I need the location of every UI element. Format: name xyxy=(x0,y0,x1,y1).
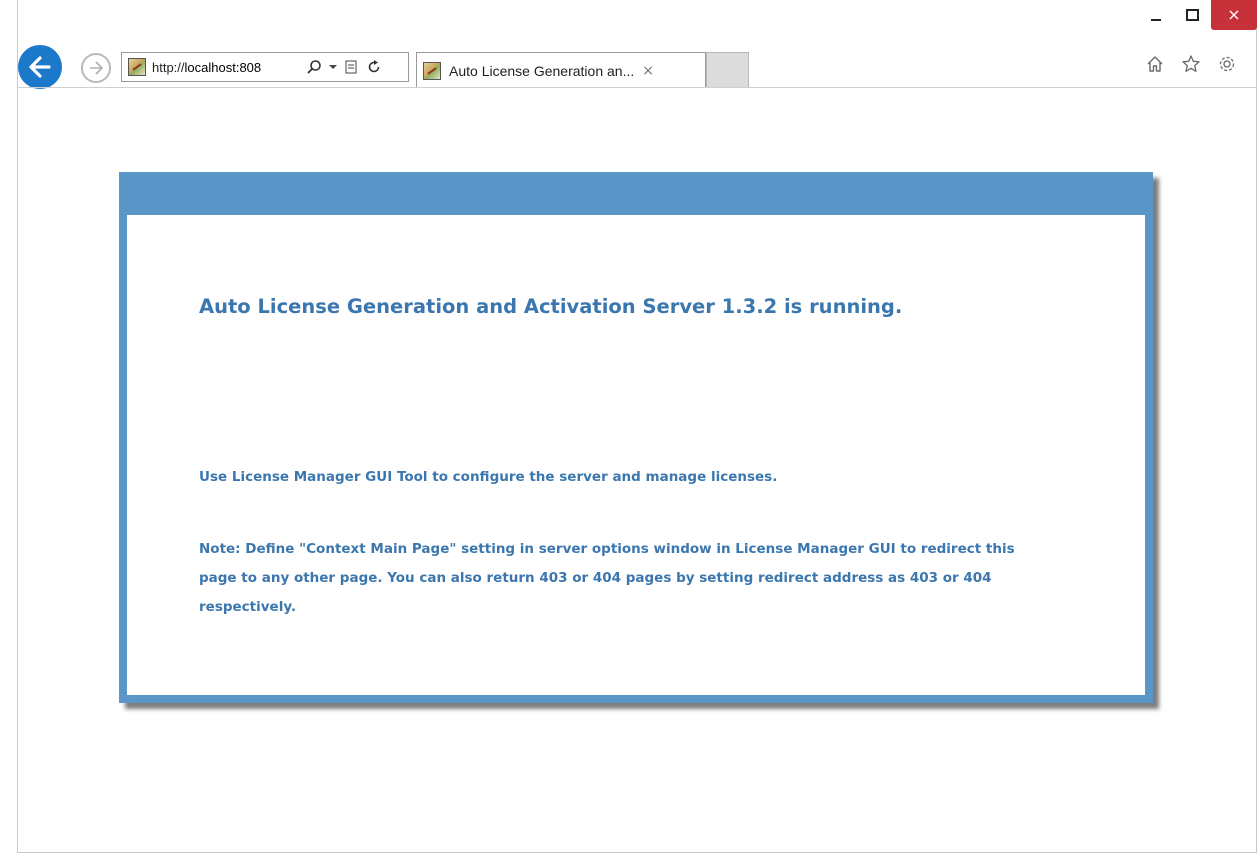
note-text: Note: Define "Context Main Page" setting… xyxy=(199,541,1015,615)
browser-tools xyxy=(1144,53,1238,75)
dropdown-icon[interactable] xyxy=(328,63,338,71)
window-caption-buttons: × xyxy=(1137,0,1257,30)
close-window-button[interactable]: × xyxy=(1211,0,1257,30)
minimize-button[interactable] xyxy=(1137,0,1174,30)
back-icon xyxy=(29,56,51,78)
forward-icon xyxy=(90,61,103,75)
address-url[interactable]: http://localhost:808 xyxy=(152,60,300,75)
browser-tab-active[interactable]: Auto License Generation an... × xyxy=(416,52,706,88)
page-title: Auto License Generation and Activation S… xyxy=(199,295,903,318)
minimize-icon xyxy=(1150,19,1161,21)
usage-text: Use License Manager GUI Tool to configur… xyxy=(199,469,778,485)
status-panel: Auto License Generation and Activation S… xyxy=(119,172,1153,703)
toolbar-divider xyxy=(17,87,1257,88)
tab-close-icon[interactable]: × xyxy=(642,63,654,79)
tab-title: Auto License Generation an... xyxy=(449,62,635,79)
maximize-icon xyxy=(1186,9,1199,21)
back-button[interactable] xyxy=(18,45,62,89)
status-panel-body: Auto License Generation and Activation S… xyxy=(127,215,1145,695)
settings-icon[interactable] xyxy=(1216,53,1238,75)
address-bar[interactable]: http://localhost:808 xyxy=(121,52,409,82)
close-icon: × xyxy=(1227,5,1241,24)
tab-favicon xyxy=(423,61,441,80)
maximize-button[interactable] xyxy=(1174,0,1211,30)
new-tab-button[interactable] xyxy=(706,52,749,88)
forward-button[interactable] xyxy=(81,53,111,83)
home-icon[interactable] xyxy=(1144,53,1166,75)
site-favicon xyxy=(128,58,146,76)
refresh-icon[interactable] xyxy=(366,59,382,75)
favorites-icon[interactable] xyxy=(1180,53,1202,75)
search-icon[interactable] xyxy=(306,59,322,75)
compat-view-icon[interactable] xyxy=(344,59,360,75)
